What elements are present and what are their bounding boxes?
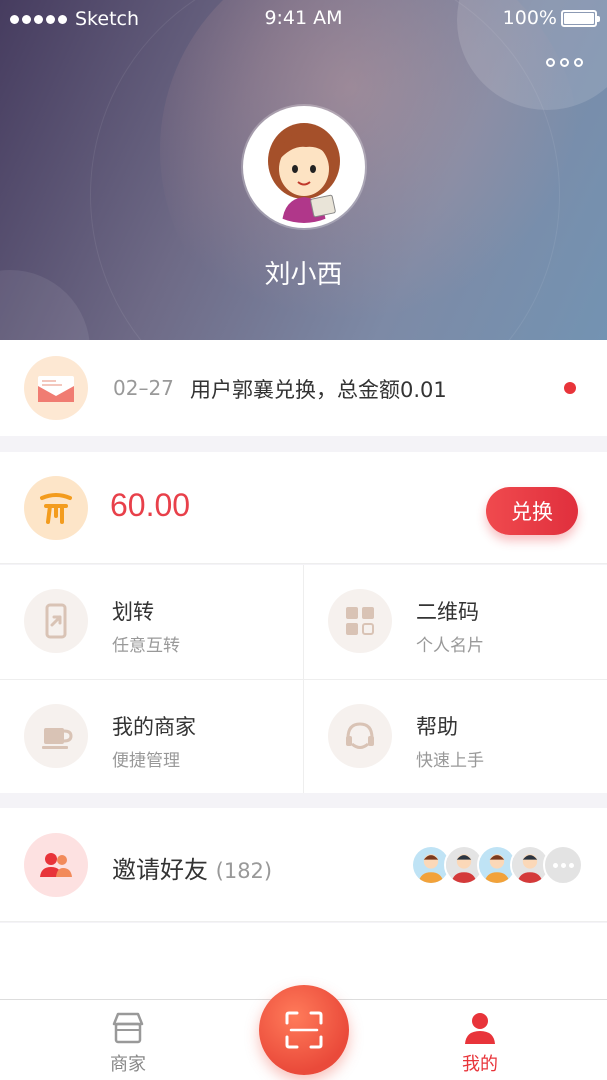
my-merchant-title: 我的商家 — [112, 715, 196, 739]
help-title: 帮助 — [416, 715, 458, 739]
balance-amount: 60.00 — [110, 487, 191, 523]
tab-mine[interactable]: 我的 — [430, 1008, 530, 1076]
friends-icon — [24, 833, 88, 897]
person-icon — [465, 1013, 495, 1044]
function-grid: 划转 任意互转 二维码 个人名片 我的商家 便捷管理 帮助 快速上手 — [0, 565, 607, 793]
invite-label: 邀请好友 — [112, 856, 208, 884]
qrcode-subtitle: 个人名片 — [416, 636, 484, 656]
help-item[interactable]: 帮助 快速上手 — [304, 680, 607, 794]
tab-merchant-label: 商家 — [110, 1054, 146, 1075]
transfer-title: 划转 — [112, 600, 154, 624]
notification-row[interactable]: 02–27 用户郭襄兑换，总金额0.01 — [0, 340, 607, 436]
invite-friends-row[interactable]: 邀请好友 (182) — [0, 808, 607, 922]
help-subtitle: 快速上手 — [416, 751, 484, 771]
tab-mine-label: 我的 — [462, 1054, 498, 1075]
invite-title: 邀请好友 (182) — [112, 850, 272, 885]
qrcode-title: 二维码 — [416, 600, 479, 624]
cup-icon — [24, 704, 88, 768]
qrcode-item[interactable]: 二维码 个人名片 — [304, 565, 607, 679]
exchange-button[interactable]: 兑换 — [486, 487, 578, 535]
store-icon — [112, 1012, 144, 1044]
battery-percent: 100% — [502, 7, 557, 29]
scan-icon — [285, 1011, 323, 1049]
balance-row: 60.00 兑换 — [0, 452, 607, 564]
profile-header: Sketch 9:41 AM 100% 刘小西 — [0, 0, 607, 340]
headset-icon — [328, 704, 392, 768]
more-options-icon[interactable] — [546, 58, 583, 67]
battery-icon — [561, 9, 600, 27]
avatar-illustration — [248, 111, 360, 223]
envelope-icon — [24, 356, 88, 420]
qrcode-icon — [328, 589, 392, 653]
phone-transfer-icon — [24, 589, 88, 653]
coin-icon — [24, 476, 88, 540]
avatar[interactable] — [243, 106, 365, 228]
more-friends-icon[interactable] — [543, 845, 583, 885]
user-name: 刘小西 — [264, 260, 343, 290]
transfer-item[interactable]: 划转 任意互转 — [0, 565, 303, 679]
transfer-subtitle: 任意互转 — [112, 636, 180, 656]
status-bar: Sketch 9:41 AM 100% — [0, 0, 607, 36]
unread-dot — [564, 382, 576, 394]
message-date: 02–27 — [113, 376, 174, 400]
tab-merchant[interactable]: 商家 — [78, 1008, 178, 1076]
my-merchant-subtitle: 便捷管理 — [112, 751, 180, 771]
battery-area: 100% — [502, 7, 600, 29]
scan-button[interactable] — [259, 985, 349, 1075]
message-text: 用户郭襄兑换，总金额0.01 — [190, 378, 447, 402]
my-merchant-item[interactable]: 我的商家 便捷管理 — [0, 680, 303, 794]
invite-count: (182) — [215, 859, 273, 883]
